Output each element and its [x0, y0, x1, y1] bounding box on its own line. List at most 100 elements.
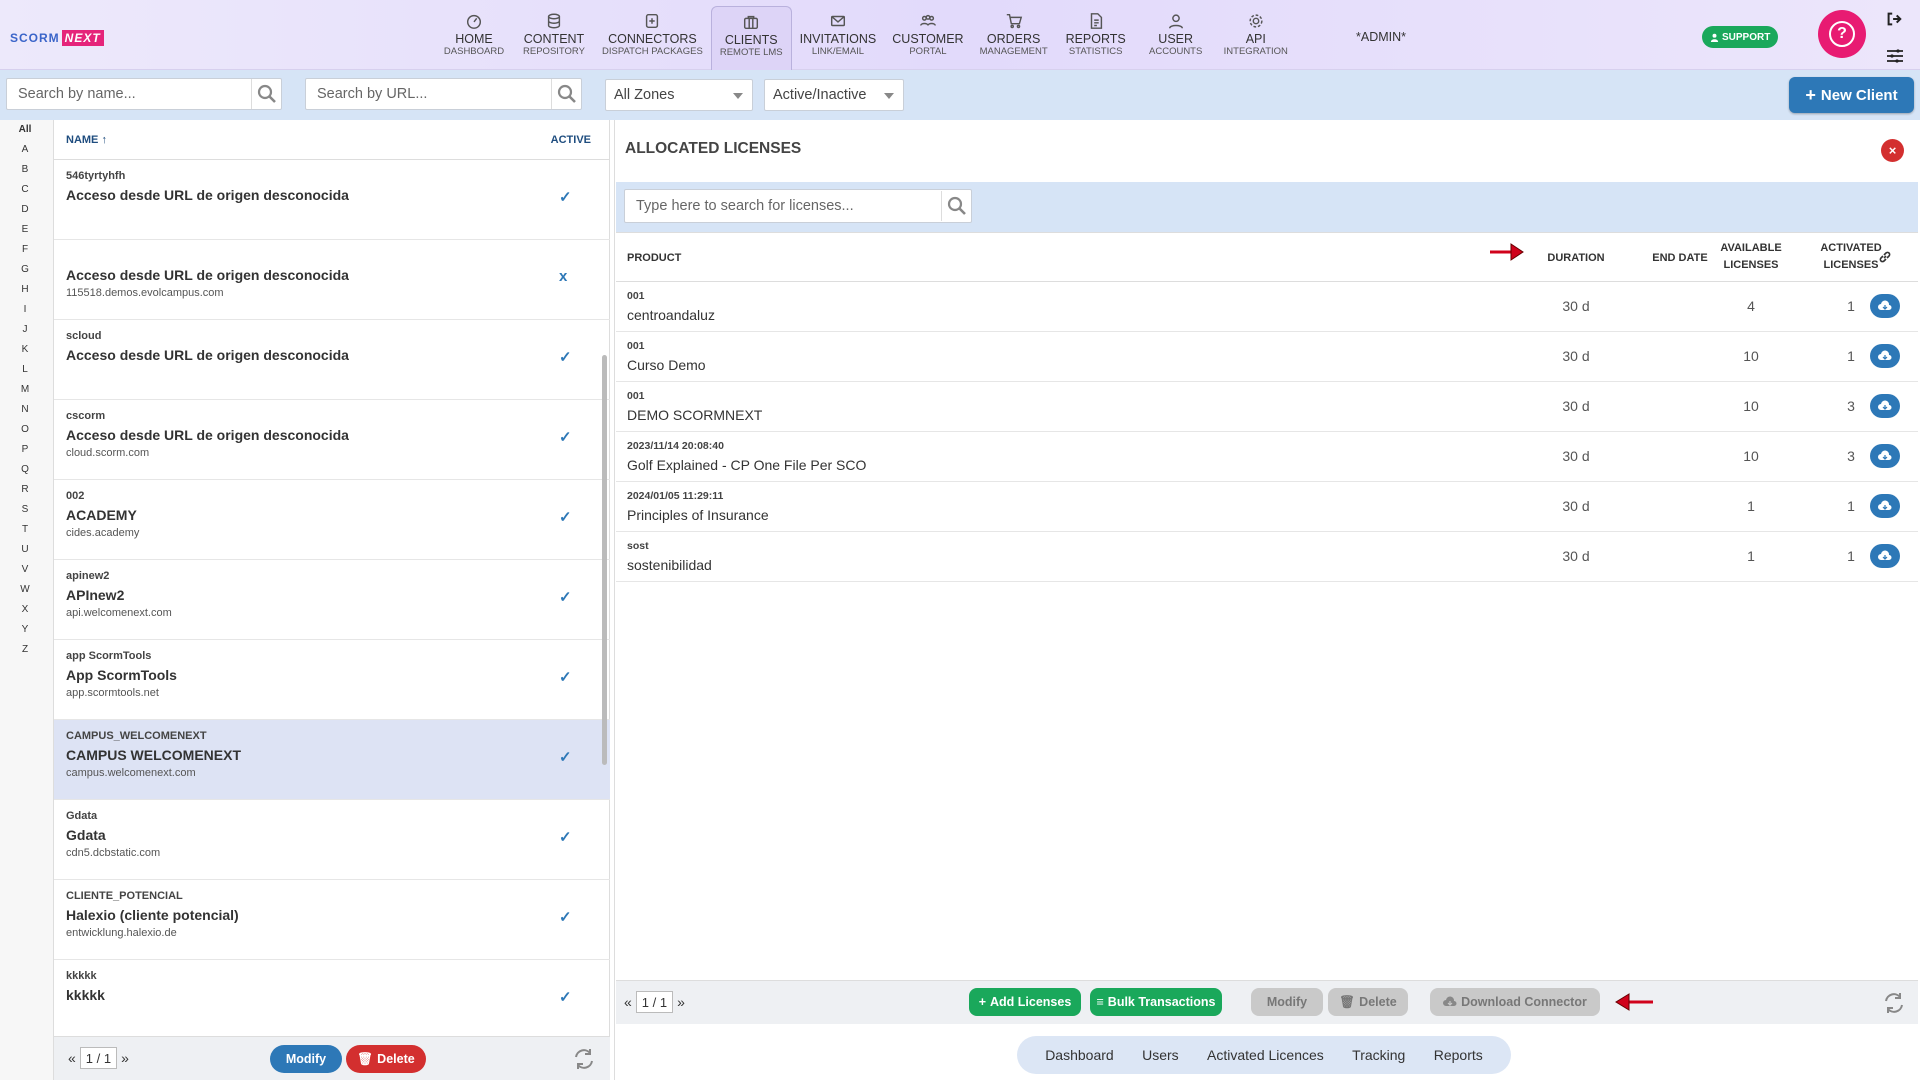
alpha-letter-f[interactable]: F	[0, 240, 50, 260]
dashboard-icon	[466, 14, 482, 29]
nav-clients[interactable]: CLIENTS REMOTE LMS	[710, 6, 792, 70]
alpha-letter-all[interactable]: All	[0, 120, 50, 140]
client-row[interactable]: CAMPUS_WELCOMENEXT CAMPUS WELCOMENEXT camp…	[54, 720, 610, 800]
add-licenses-button[interactable]: + Add Licenses	[969, 988, 1081, 1016]
alpha-letter-p[interactable]: P	[0, 440, 50, 460]
database-icon	[547, 13, 561, 29]
alpha-letter-l[interactable]: L	[0, 360, 50, 380]
alpha-letter-a[interactable]: A	[0, 140, 50, 160]
license-delete-button[interactable]: 🗑 Delete	[1328, 988, 1408, 1016]
status-select[interactable]: Active/Inactive	[764, 79, 904, 111]
client-row[interactable]: 546tyrtyhfh Acceso desde URL de origen de…	[54, 160, 610, 240]
alpha-letter-g[interactable]: G	[0, 260, 50, 280]
search-url-input[interactable]	[306, 79, 551, 109]
new-client-button[interactable]: + New Client	[1789, 77, 1914, 113]
last-page-icon[interactable]: »	[121, 1050, 129, 1066]
last-page-icon[interactable]: »	[677, 994, 685, 1010]
license-row[interactable]: sost sostenibilidad 30 d11	[616, 532, 1918, 582]
menu-settings-icon[interactable]	[1886, 48, 1904, 64]
first-page-icon[interactable]: «	[68, 1050, 76, 1066]
nav-api[interactable]: API INTEGRATION	[1216, 6, 1296, 70]
refresh-icon[interactable]	[572, 1047, 596, 1071]
client-delete-button[interactable]: 🗑 Delete	[346, 1045, 426, 1073]
alpha-letter-k[interactable]: K	[0, 340, 50, 360]
license-modify-button[interactable]: Modify	[1251, 988, 1323, 1016]
cloud-download-button[interactable]	[1870, 444, 1900, 468]
cloud-download-button[interactable]	[1870, 294, 1900, 318]
cloud-download-button[interactable]	[1870, 344, 1900, 368]
license-row[interactable]: 001 Curso Demo 30 d 10 1	[616, 332, 1918, 382]
nav-content[interactable]: CONTENT REPOSITORY	[514, 6, 594, 70]
nav-invitations[interactable]: INVITATIONS LINK/EMAIL	[792, 6, 885, 70]
cloud-download-icon	[1878, 450, 1892, 460]
license-row[interactable]: 2023/11/14 20:08:40 Golf Explained - CP O…	[616, 432, 1918, 482]
nav-home[interactable]: HOME DASHBOARD	[434, 6, 514, 70]
license-row[interactable]: 001 centroandaluz 30 d41	[616, 282, 1918, 332]
alpha-letter-o[interactable]: O	[0, 420, 50, 440]
client-row[interactable]: apinew2 APInew2 api.welcomenext.com ✓	[54, 560, 610, 640]
alpha-letter-h[interactable]: H	[0, 280, 50, 300]
client-row[interactable]: scloud Acceso desde URL de origen descono…	[54, 320, 610, 400]
alpha-letter-e[interactable]: E	[0, 220, 50, 240]
client-modify-button[interactable]: Modify	[270, 1045, 342, 1073]
alpha-letter-v[interactable]: V	[0, 560, 50, 580]
search-icon[interactable]	[551, 79, 581, 109]
alpha-letter-r[interactable]: R	[0, 480, 50, 500]
bulk-transactions-button[interactable]: ≡ Bulk Transactions	[1090, 988, 1222, 1016]
client-row[interactable]: Gdata Gdata cdn5.dcbstatic.com ✓	[54, 800, 610, 880]
client-row[interactable]: kkkkk kkkkk ✓	[54, 960, 610, 1036]
alpha-letter-w[interactable]: W	[0, 580, 50, 600]
alpha-letter-n[interactable]: N	[0, 400, 50, 420]
cloud-download-button[interactable]	[1870, 544, 1900, 568]
alpha-letter-j[interactable]: J	[0, 320, 50, 340]
alpha-letter-t[interactable]: T	[0, 520, 50, 540]
close-icon[interactable]: ×	[1881, 139, 1904, 162]
alpha-letter-z[interactable]: Z	[0, 640, 50, 660]
alpha-letter-u[interactable]: U	[0, 540, 50, 560]
nav-connectors[interactable]: CONNECTORS DISPATCH PACKAGES	[594, 6, 711, 70]
client-row[interactable]: CLIENTE_POTENCIAL Halexio (cliente potenc…	[54, 880, 610, 960]
tab-reports[interactable]: Reports	[1434, 1047, 1483, 1063]
license-search-input[interactable]	[625, 191, 941, 221]
alpha-letter-q[interactable]: Q	[0, 460, 50, 480]
logout-icon[interactable]	[1885, 10, 1903, 28]
nav-user[interactable]: USER ACCOUNTS	[1136, 6, 1216, 70]
alpha-letter-d[interactable]: D	[0, 200, 50, 220]
active-column-header[interactable]: ACTIVE	[551, 134, 591, 146]
license-row[interactable]: 2024/01/05 11:29:11 Principles of Insuran…	[616, 482, 1918, 532]
first-page-icon[interactable]: «	[624, 994, 632, 1010]
tab-dashboard[interactable]: Dashboard	[1045, 1047, 1114, 1063]
app-logo[interactable]: SCORM NEXT	[10, 30, 104, 46]
question-icon: ?	[1829, 21, 1855, 47]
license-row[interactable]: 001 DEMO SCORMNEXT 30 d 10 3	[616, 382, 1918, 432]
search-name-input[interactable]	[7, 79, 251, 109]
alpha-letter-s[interactable]: S	[0, 500, 50, 520]
search-icon[interactable]	[941, 191, 971, 221]
cloud-download-button[interactable]	[1870, 494, 1900, 518]
tab-activated-licences[interactable]: Activated Licences	[1207, 1047, 1324, 1063]
client-row[interactable]: 002 ACADEMY cides.academy ✓	[54, 480, 610, 560]
client-row[interactable]: cscorm Acceso desde URL de origen descono…	[54, 400, 610, 480]
help-button[interactable]: ?	[1818, 10, 1866, 58]
alpha-letter-y[interactable]: Y	[0, 620, 50, 640]
client-list-scrollbar[interactable]	[602, 355, 607, 765]
client-row[interactable]: Acceso desde URL de origen desconocida 11…	[54, 240, 610, 320]
support-button[interactable]: SUPPORT	[1702, 26, 1779, 48]
alpha-letter-x[interactable]: X	[0, 600, 50, 620]
cloud-download-button[interactable]	[1870, 394, 1900, 418]
alpha-letter-m[interactable]: M	[0, 380, 50, 400]
search-icon[interactable]	[251, 79, 281, 109]
alpha-letter-c[interactable]: C	[0, 180, 50, 200]
name-column-header[interactable]: NAME ↑	[66, 134, 107, 146]
nav-orders[interactable]: ORDERS MANAGEMENT	[972, 6, 1056, 70]
client-row[interactable]: app ScormTools App ScormTools app.scormtoo…	[54, 640, 610, 720]
tab-tracking[interactable]: Tracking	[1352, 1047, 1405, 1063]
tab-users[interactable]: Users	[1142, 1047, 1179, 1063]
alpha-letter-b[interactable]: B	[0, 160, 50, 180]
nav-customer[interactable]: CUSTOMER PORTAL	[884, 6, 971, 70]
alpha-letter-i[interactable]: I	[0, 300, 50, 320]
download-connector-button[interactable]: Download Connector	[1430, 988, 1600, 1016]
refresh-icon[interactable]	[1882, 991, 1906, 1015]
zone-select[interactable]: All Zones	[605, 79, 753, 111]
nav-reports[interactable]: REPORTS STATISTICS	[1056, 6, 1136, 70]
